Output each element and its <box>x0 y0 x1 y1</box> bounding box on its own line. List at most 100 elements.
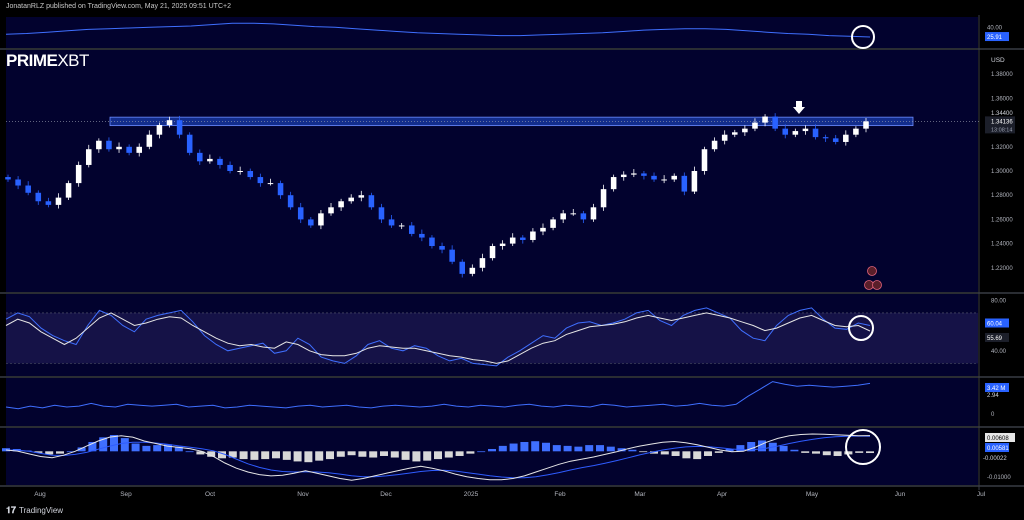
macd-histogram-bar <box>736 445 745 452</box>
candle-body <box>338 201 344 208</box>
candle-body <box>65 183 72 198</box>
time-axis-label: Jun <box>895 491 906 498</box>
macd-histogram-bar <box>336 451 345 457</box>
macd-histogram-bar <box>272 451 280 459</box>
macd-histogram-bar <box>628 449 637 452</box>
candle-body <box>318 213 324 226</box>
candle-body <box>580 213 587 220</box>
macd-histogram-bar <box>239 451 248 460</box>
candle-body <box>419 233 425 238</box>
tradingview-logo[interactable]: 𝟏𝟕 TradingView <box>6 505 63 516</box>
macd-histogram-bar <box>542 442 550 452</box>
macd-histogram-bar <box>660 451 669 455</box>
candle-body <box>287 195 294 208</box>
candle-body <box>499 243 506 247</box>
candle-body <box>166 120 173 126</box>
brand-thin: XBT <box>57 51 89 70</box>
candle-body <box>752 122 758 129</box>
macd-histogram-bar <box>704 451 712 456</box>
candle-body <box>186 134 193 153</box>
candle-body <box>358 195 365 198</box>
candle-body <box>661 179 667 181</box>
macd-histogram-bar <box>390 451 399 458</box>
candle-body <box>207 158 213 162</box>
rsi-ma-value-label: 55.69 <box>987 336 1003 342</box>
macd-histogram-bar <box>477 451 486 453</box>
candle-body <box>146 134 153 147</box>
candle-body <box>620 174 627 178</box>
candle-body <box>176 120 183 135</box>
macd-histogram-bar <box>131 443 140 452</box>
candle-body <box>832 138 839 142</box>
macd-histogram-bar <box>293 451 302 462</box>
macd-histogram-bar <box>671 451 680 456</box>
candle-body <box>721 134 728 141</box>
macd-histogram-bar <box>585 445 594 452</box>
macd-histogram-bar <box>412 451 421 462</box>
macd-histogram-bar <box>552 445 561 452</box>
candle-body <box>459 261 466 274</box>
candle-body <box>156 125 163 135</box>
time-axis-label: Jul <box>977 491 986 498</box>
macd-histogram-bar <box>142 445 151 452</box>
candle-body <box>217 158 223 165</box>
macd-histogram-bar <box>790 449 799 452</box>
candle-body <box>257 177 264 184</box>
macd-histogram-bar <box>596 445 604 452</box>
macd-histogram-bar <box>779 445 788 452</box>
candle-body <box>812 128 819 138</box>
candle-body <box>116 146 122 150</box>
candle-body <box>277 183 284 196</box>
top-tick-label: 40.00 <box>987 25 1003 31</box>
time-axis-label: Apr <box>717 491 728 498</box>
macd-histogram-bar <box>455 451 464 456</box>
candle-body <box>732 132 738 135</box>
time-axis-label: Oct <box>205 491 215 498</box>
candle-body <box>85 149 92 165</box>
macd-histogram-bar <box>812 451 820 454</box>
candle-body <box>863 121 869 129</box>
time-axis-label: Mar <box>634 491 646 498</box>
candle-body <box>550 219 556 228</box>
pane-macd <box>6 428 978 485</box>
time-axis-label: Feb <box>554 491 566 498</box>
macd-histogram-bar <box>444 451 453 458</box>
macd-histogram-bar <box>56 451 64 454</box>
candle-body <box>227 164 233 171</box>
candle-body <box>590 207 597 220</box>
candle-body <box>762 116 768 123</box>
candle-body <box>711 140 718 150</box>
time-axis-label: May <box>806 491 819 498</box>
candle-body <box>96 140 102 150</box>
candle-body <box>509 237 516 244</box>
candle-body <box>45 201 52 205</box>
chart-canvas[interactable]: 40.0025.91USD1.380001.360001.340001.3200… <box>0 0 1024 520</box>
candle-body <box>843 134 849 142</box>
top-current-value-label: 25.91 <box>987 35 1003 41</box>
candle-body <box>328 207 334 214</box>
candle-body <box>610 177 617 190</box>
candle-body <box>439 246 445 250</box>
candle-body <box>408 225 415 234</box>
candle-body <box>267 183 274 185</box>
candle-body <box>742 128 748 133</box>
price-axis-unit-label: USD <box>991 57 1005 64</box>
macd-histogram-bar <box>423 451 432 461</box>
candle-body <box>772 116 778 129</box>
candle-body <box>691 171 698 192</box>
volume-tick-label: 0 <box>991 412 995 418</box>
price-tick-label: 1.36000 <box>991 96 1013 102</box>
candle-body <box>35 192 42 202</box>
candle-body <box>489 246 496 259</box>
candle-body <box>55 197 62 205</box>
candle-body <box>5 177 11 180</box>
price-tick-label: 1.32000 <box>991 145 1013 151</box>
candle-body <box>651 175 657 180</box>
pane-vol <box>6 378 978 426</box>
candle-body <box>520 237 526 240</box>
macd-histogram-bar <box>401 451 410 460</box>
macd-histogram-bar <box>185 451 194 453</box>
macd-histogram-bar <box>801 451 810 453</box>
macd-histogram-bar <box>347 451 356 456</box>
broker-logo: PRIMEXBT <box>6 51 89 71</box>
